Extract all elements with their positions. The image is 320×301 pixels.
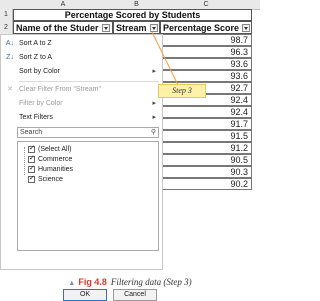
callout-leader-line [151, 31, 179, 86]
step-callout: Step 3 [158, 84, 206, 98]
figure-number: Fig 4.8 [78, 277, 107, 287]
figure-caption-text: Filtering data (Step 3) [110, 277, 192, 287]
triangle-icon: ▲ [68, 280, 76, 287]
figure-caption: ▲ Fig 4.8 Filtering data (Step 3) [0, 277, 260, 287]
leader-line [151, 31, 179, 86]
